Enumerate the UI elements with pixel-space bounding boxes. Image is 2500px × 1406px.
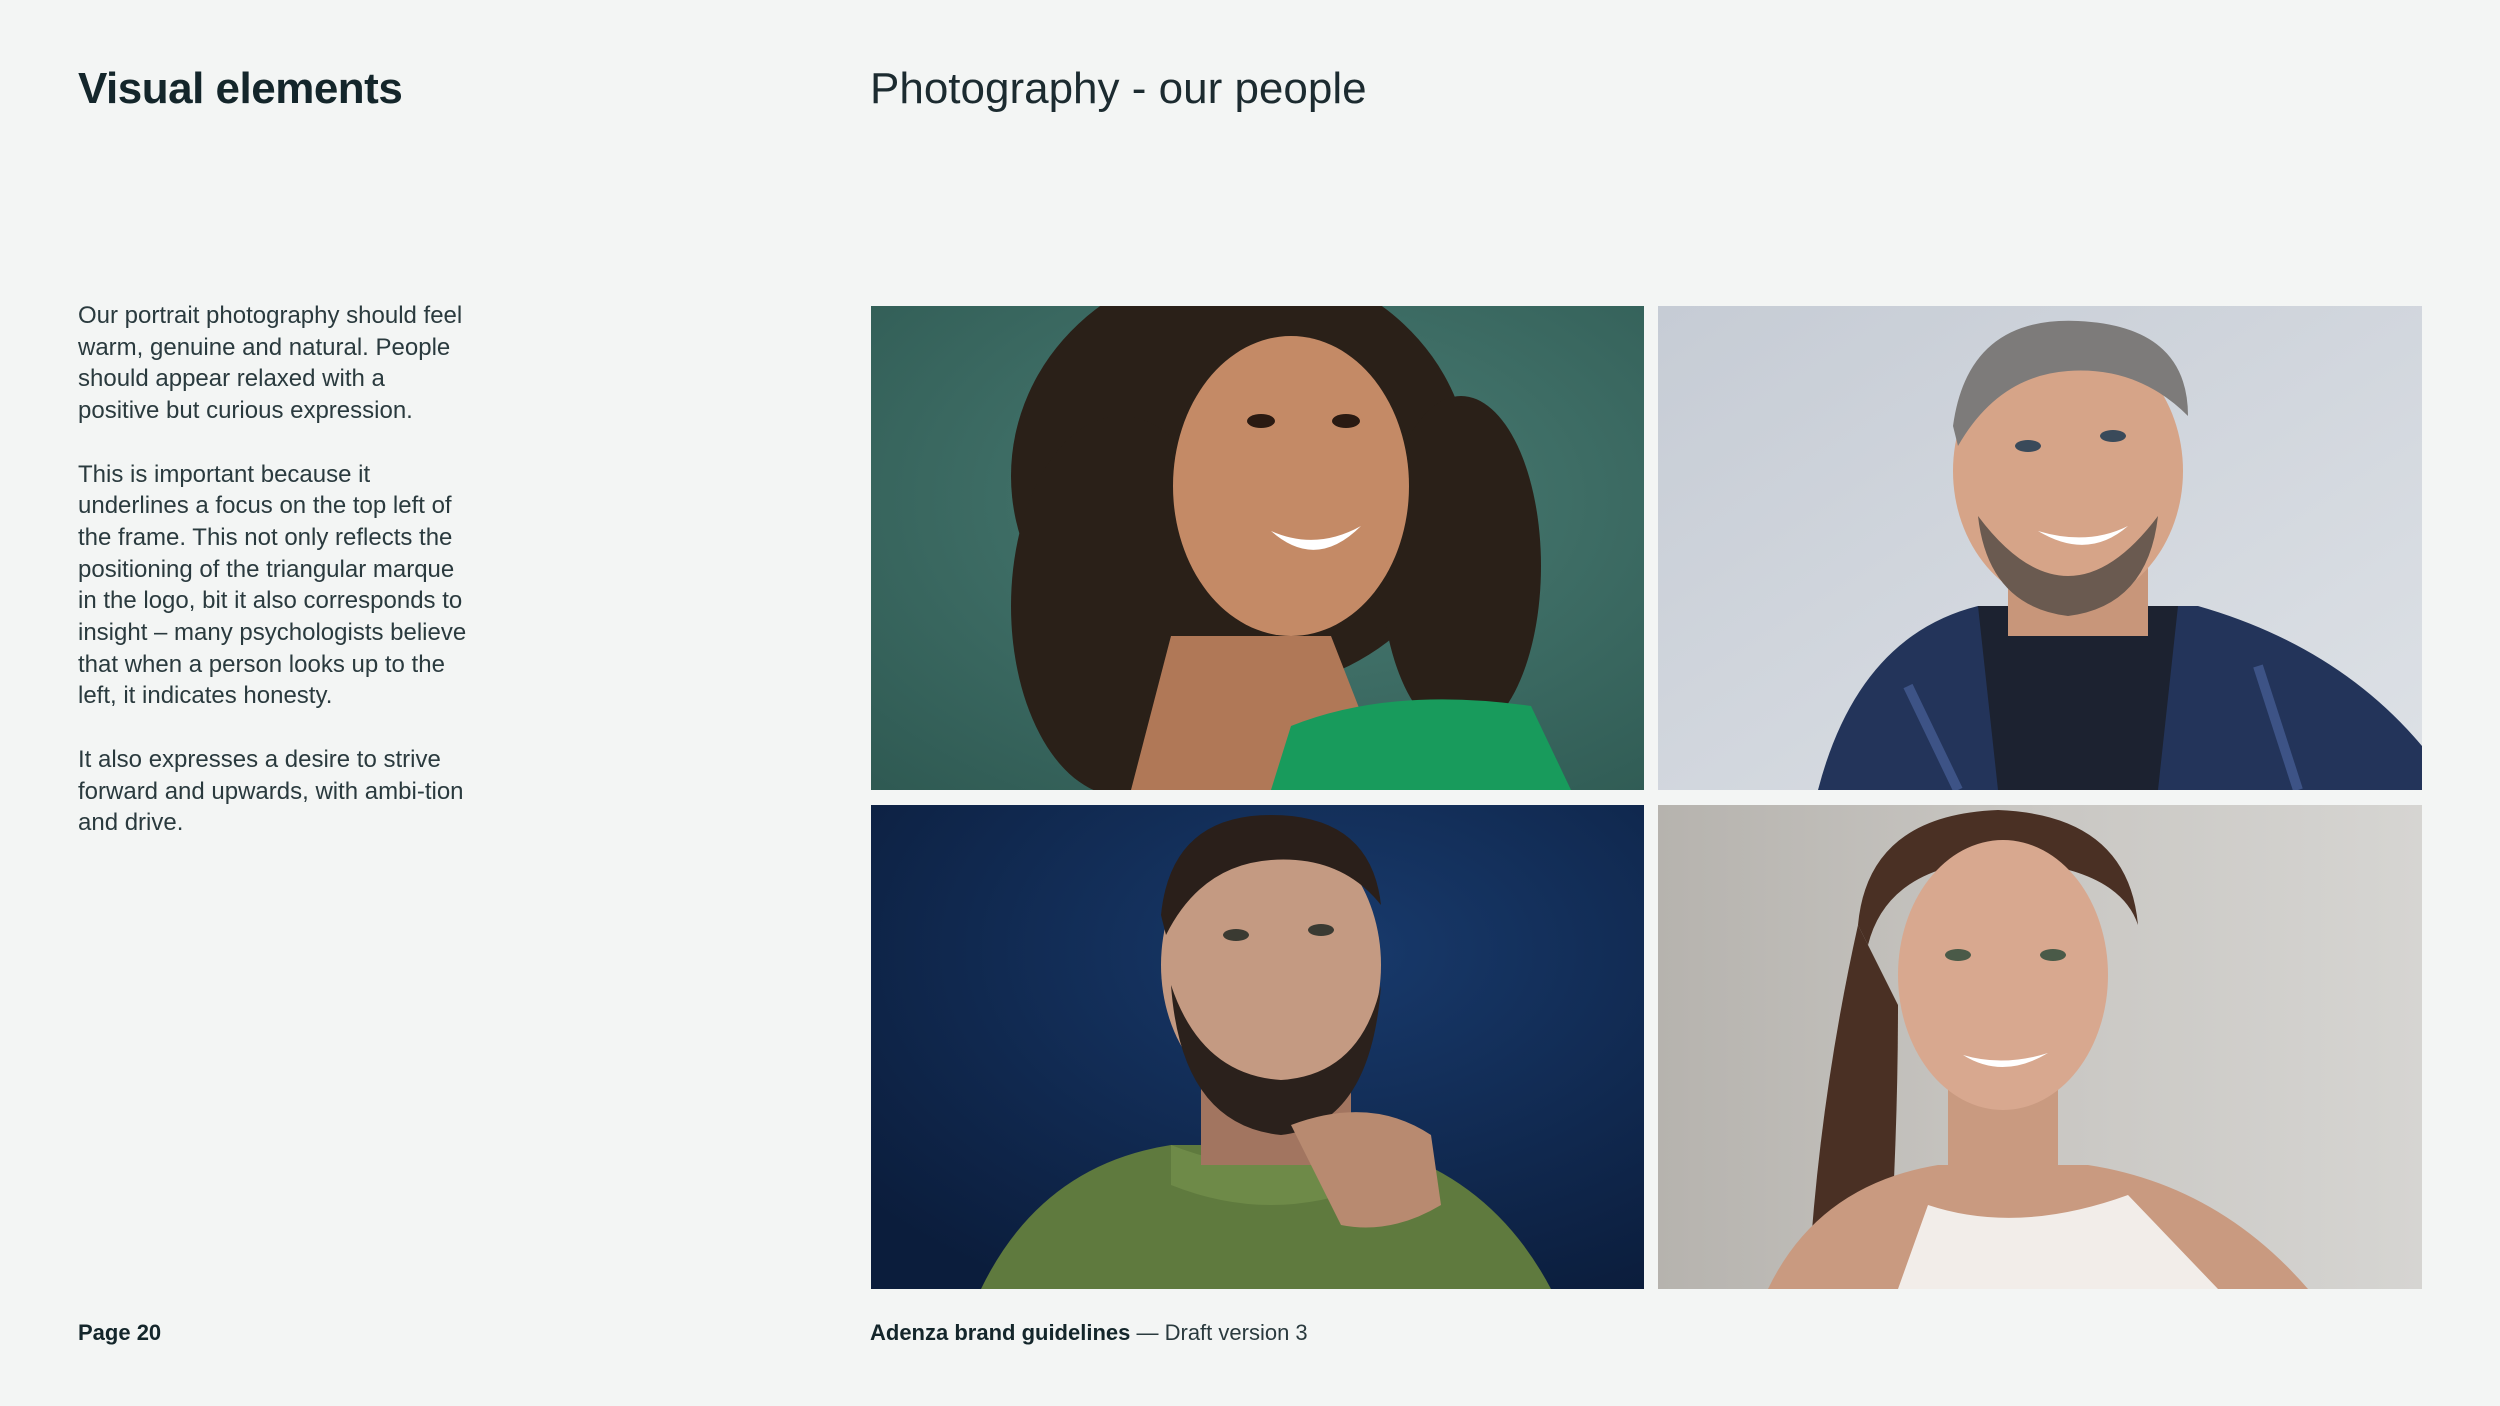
body-paragraph-2: This is important because it underlines … — [78, 460, 467, 710]
page-number: Page 20 — [78, 1320, 162, 1345]
portrait-photo-woman-curly-hair — [871, 306, 1644, 790]
footer-version: Draft version 3 — [1164, 1320, 1308, 1345]
section-title: Visual elements — [78, 64, 403, 113]
body-copy: Our portrait photography should feel war… — [78, 300, 468, 871]
portrait-photo-bearded-man — [871, 805, 1644, 1289]
portrait-photo-man-grey-hair — [1658, 306, 2422, 790]
footer-separator: — — [1130, 1320, 1165, 1345]
footer-brand: Adenza brand guidelines — [870, 1320, 1131, 1345]
body-paragraph-3: It also expresses a desire to strive for… — [78, 745, 464, 837]
body-paragraph-1: Our portrait photography should feel war… — [78, 302, 463, 425]
portrait-photo-woman-ponytail — [1658, 805, 2422, 1289]
footer-document-info: Adenza brand guidelines — Draft version … — [870, 1320, 1308, 1346]
page-title: Photography - our people — [870, 64, 1367, 113]
